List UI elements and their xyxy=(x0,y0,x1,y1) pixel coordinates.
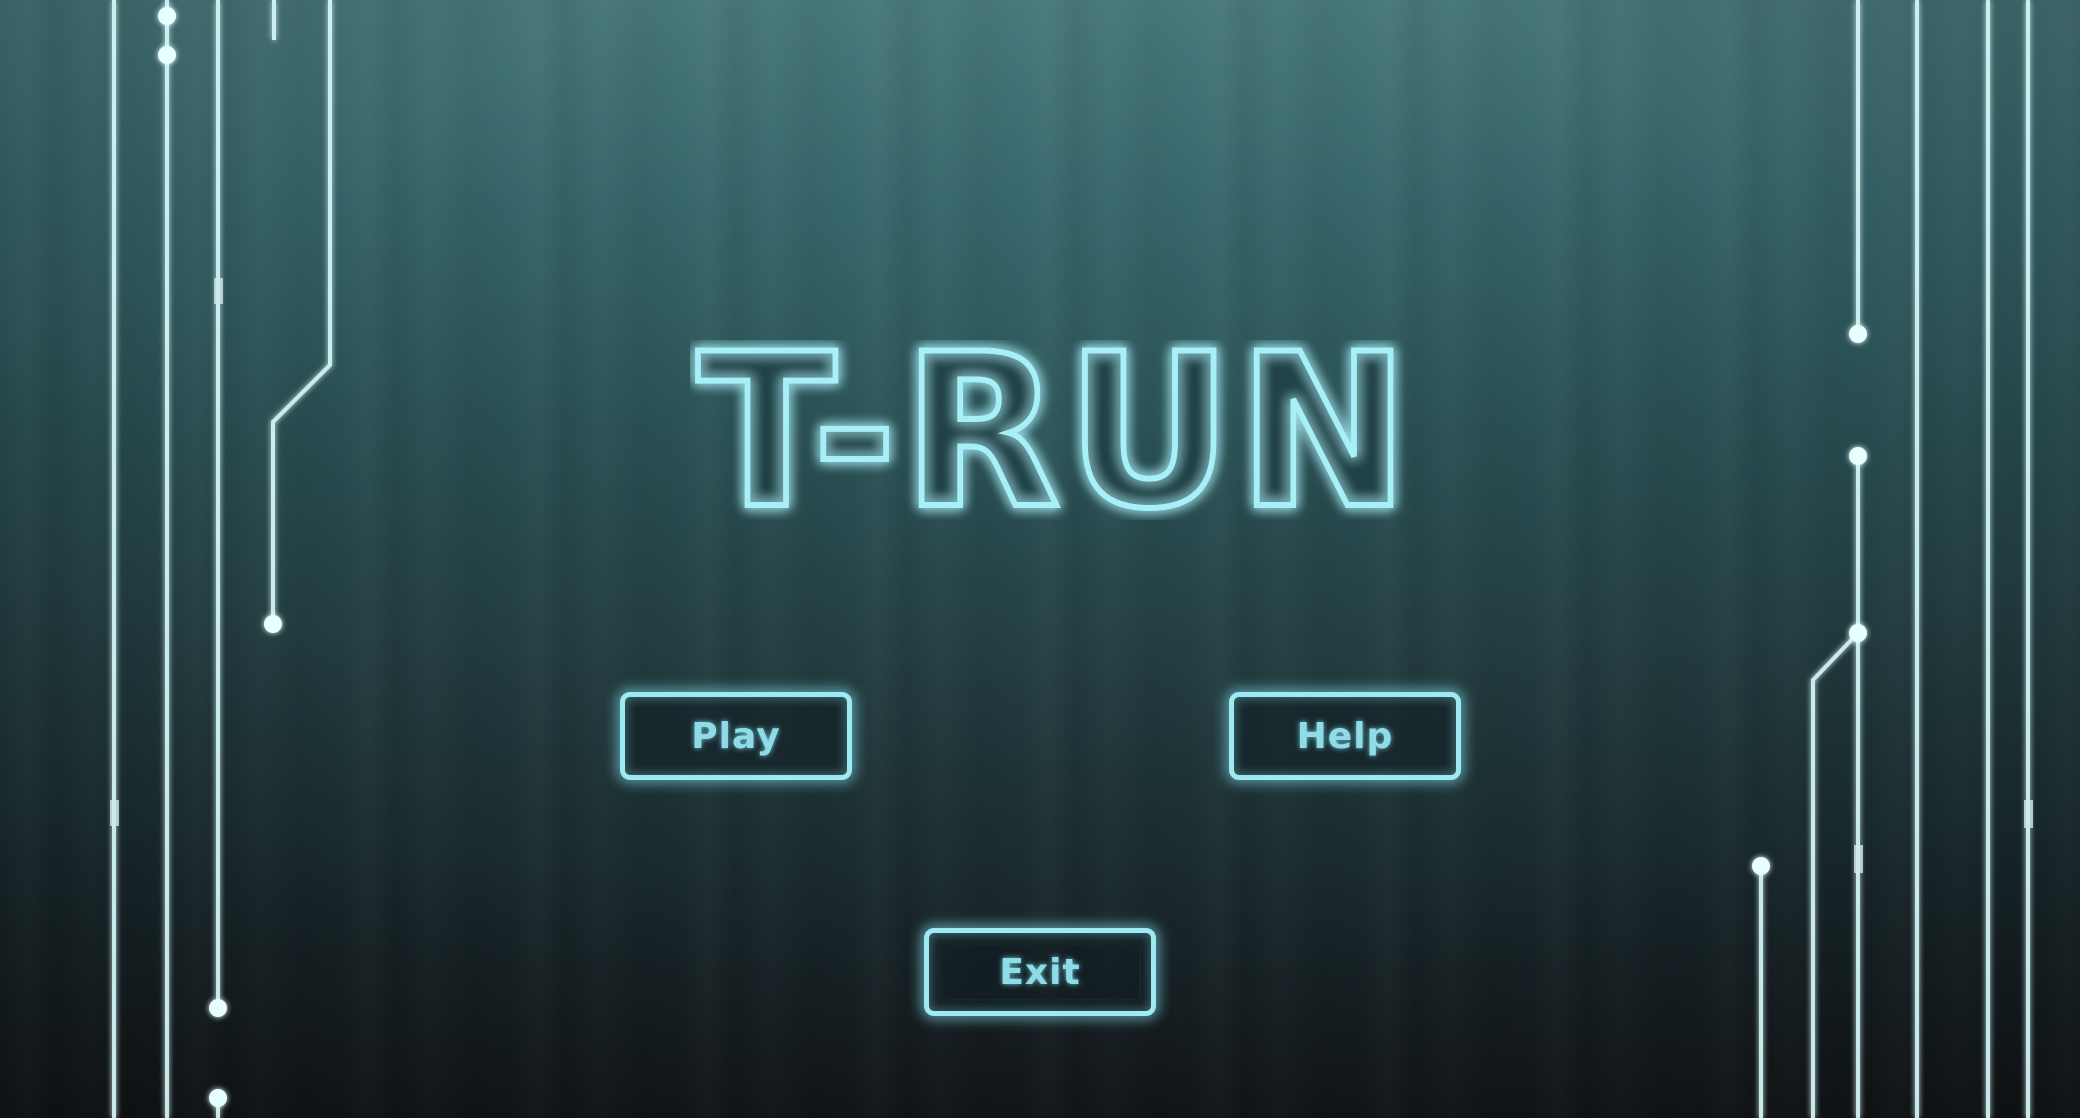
circuit-line-left-5 xyxy=(271,0,332,624)
circuit-segment-marker xyxy=(214,278,223,304)
circuit-segment-marker xyxy=(1854,845,1863,873)
circuit-line-right-3 xyxy=(1811,631,1860,1118)
exit-button-label: Exit xyxy=(999,951,1081,993)
circuit-node xyxy=(158,46,176,64)
circuit-node xyxy=(264,615,282,633)
circuit-node xyxy=(1849,447,1867,465)
circuit-node xyxy=(1849,624,1867,642)
game-title: T-RUN xyxy=(697,340,1415,520)
play-button-label: Play xyxy=(691,715,781,757)
circuit-node xyxy=(209,1089,227,1107)
circuit-segment-marker xyxy=(110,800,119,826)
game-title-logo: T-RUN xyxy=(694,340,1415,520)
circuit-node xyxy=(1752,857,1770,875)
circuit-node xyxy=(1849,325,1867,343)
help-button[interactable]: Help xyxy=(1229,692,1461,780)
circuit-segment-marker xyxy=(2024,800,2033,828)
play-button[interactable]: Play xyxy=(620,692,852,780)
help-button-label: Help xyxy=(1296,715,1394,757)
circuit-node xyxy=(209,999,227,1017)
exit-button[interactable]: Exit xyxy=(924,928,1156,1016)
circuit-node xyxy=(158,7,176,25)
